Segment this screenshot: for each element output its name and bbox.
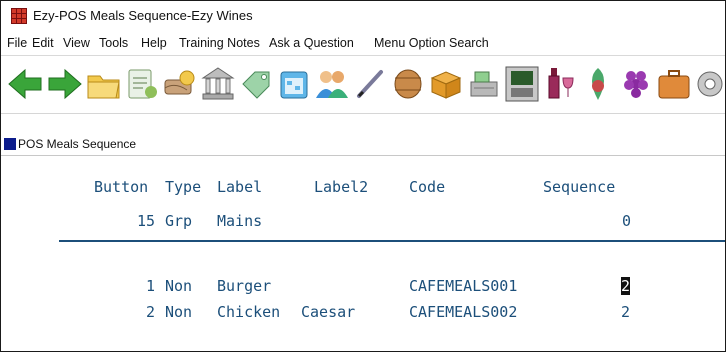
box-icon[interactable]: [427, 64, 465, 104]
grapes-icon[interactable]: [617, 64, 655, 104]
header-type: Type: [165, 178, 202, 196]
toolbar: [1, 57, 725, 114]
header-button: Button: [94, 178, 149, 196]
calendar-icon[interactable]: [275, 64, 313, 104]
row-1-sequence-input[interactable]: 2: [621, 277, 631, 295]
row-1-type: Non: [165, 277, 193, 295]
menu-ask-a-question[interactable]: Ask a Question: [269, 36, 354, 50]
menu-help[interactable]: Help: [141, 36, 167, 50]
menu-option-search[interactable]: Menu Option Search: [374, 36, 489, 50]
app-grid-icon: [11, 8, 27, 24]
title-bar: Ezy-POS Meals Sequence-Ezy Wines: [1, 1, 725, 31]
row-2-button-number: 2: [145, 303, 155, 321]
cash-register-icon[interactable]: [465, 64, 503, 104]
back-arrow-icon[interactable]: [7, 64, 45, 104]
row-2-type: Non: [165, 303, 193, 321]
payment-icon[interactable]: [161, 64, 199, 104]
menu-file[interactable]: File: [7, 36, 27, 50]
header-label: Label: [217, 178, 263, 196]
invoice-icon[interactable]: [123, 64, 161, 104]
menu-bar: File Edit View Tools Help Training Notes…: [1, 33, 725, 56]
row-2-label2: Caesar: [301, 303, 356, 321]
menu-training-notes[interactable]: Training Notes: [179, 36, 260, 50]
row-2-sequence[interactable]: 2: [621, 303, 630, 321]
briefcase-icon[interactable]: [655, 64, 693, 104]
group-button-number: 15: [136, 212, 155, 230]
settings-icon[interactable]: [691, 64, 725, 104]
barrel-icon[interactable]: [389, 64, 427, 104]
group-sequence: 0: [621, 212, 631, 230]
child-window-title: POS Meals Sequence: [18, 137, 137, 151]
wine-icon[interactable]: [541, 64, 579, 104]
header-sequence: Sequence: [543, 178, 616, 196]
window-title: Ezy-POS Meals Sequence-Ezy Wines: [33, 8, 253, 23]
pen-icon[interactable]: [351, 64, 389, 104]
application-window: Ezy-POS Meals Sequence-Ezy Wines File Ed…: [0, 0, 726, 352]
row-1-code: CAFEMEALS001: [409, 277, 518, 295]
row-1-button-number: 1: [145, 277, 155, 295]
menu-view[interactable]: View: [63, 36, 90, 50]
menu-edit[interactable]: Edit: [32, 36, 54, 50]
group-label: Mains: [217, 212, 263, 230]
pos-terminal-icon[interactable]: [503, 64, 541, 104]
child-window-title-bar: POS Meals Sequence: [1, 134, 725, 156]
header-code: Code: [409, 178, 446, 196]
header-divider: [59, 240, 725, 242]
cellar-icon[interactable]: [579, 64, 617, 104]
row-2-label: Chicken: [217, 303, 281, 321]
menu-tools[interactable]: Tools: [99, 36, 128, 50]
bank-icon[interactable]: [199, 64, 237, 104]
group-type: Grp: [165, 212, 193, 230]
child-window-icon: [4, 138, 16, 150]
label-tag-icon[interactable]: [237, 64, 275, 104]
contacts-icon[interactable]: [313, 64, 351, 104]
folder-icon[interactable]: [85, 64, 123, 104]
terminal-screen: Button Type Label Label2 Code Sequence 1…: [1, 156, 725, 351]
row-2-code: CAFEMEALS002: [409, 303, 518, 321]
header-label2: Label2: [314, 178, 369, 196]
forward-arrow-icon[interactable]: [45, 64, 83, 104]
row-1-label: Burger: [217, 277, 272, 295]
